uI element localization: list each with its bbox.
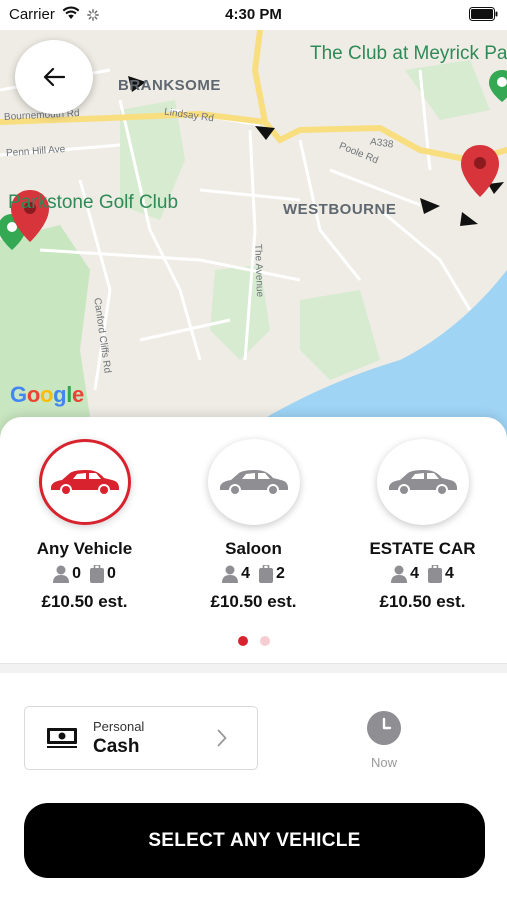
select-vehicle-button[interactable]: SELECT ANY VEHICLE [24, 803, 485, 878]
vehicle-price: £10.50 est. [41, 592, 128, 611]
section-divider [0, 663, 507, 673]
vehicle-selection-sheet: Any Vehicle 0 0 £10.50 est. Saloon 4 2 £… [0, 417, 507, 900]
clock-icon [367, 711, 401, 745]
clock-time: 4:30 PM [225, 6, 282, 23]
arrow-left-icon [43, 67, 65, 87]
passenger-icon [391, 565, 408, 583]
page-dot[interactable] [259, 636, 270, 646]
payment-method-label: Cash [93, 736, 140, 757]
car-icon [219, 470, 288, 496]
car-icon [50, 470, 119, 496]
vehicle-name: Any Vehicle [36, 539, 133, 558]
luggage-icon [90, 565, 104, 583]
luggage-icon [259, 565, 273, 583]
luggage-count: 2 [276, 565, 285, 582]
vehicle-option-estate-car[interactable]: ESTATE CAR 4 4 £10.50 est. [338, 439, 507, 612]
vehicle-option-saloon[interactable]: Saloon 4 2 £10.50 est. [169, 439, 338, 612]
map-poi-label: Parkstone Golf Club [8, 192, 179, 213]
google-logo: Google [10, 382, 84, 407]
luggage-icon [428, 565, 442, 583]
back-button[interactable] [15, 40, 93, 114]
payment-type-label: Personal [93, 719, 145, 734]
vehicle-icon-circle[interactable] [376, 439, 469, 525]
vehicle-name: Saloon [225, 539, 282, 558]
passenger-count: 4 [241, 565, 250, 582]
map-poi-label: The Club at Meyrick Pa [310, 43, 507, 64]
luggage-count: 0 [107, 565, 116, 582]
passenger-icon [53, 565, 70, 583]
pickup-time-selector[interactable]: Now [352, 711, 416, 770]
luggage-count: 4 [445, 565, 454, 582]
map-road-label: The Avenue [252, 243, 266, 298]
pickup-time-label: Now [370, 755, 397, 770]
vehicle-icon-circle[interactable] [207, 439, 300, 525]
passenger-count: 0 [72, 565, 81, 582]
map-area-label: BRANKSOME [118, 77, 221, 94]
vehicle-page-indicator[interactable] [0, 636, 507, 646]
chevron-right-icon [217, 729, 227, 752]
vehicle-price: £10.50 est. [210, 592, 297, 611]
passenger-count: 4 [410, 565, 419, 582]
status-bar: Carrier 4:30 PM [0, 0, 507, 30]
vehicle-option-any[interactable]: Any Vehicle 0 0 £10.50 est. [0, 439, 169, 612]
vehicle-capacity: 4 4 [338, 565, 507, 583]
map-area-label: WESTBOURNE [283, 201, 397, 218]
vehicle-icon-circle[interactable] [38, 439, 131, 525]
vehicle-price: £10.50 est. [379, 592, 466, 611]
vehicle-capacity: 0 0 [0, 565, 169, 583]
vehicle-name: ESTATE CAR [369, 539, 476, 558]
battery-icon [469, 7, 498, 26]
cash-icon [47, 728, 77, 753]
payment-method-selector[interactable]: Personal Cash [24, 706, 258, 770]
passenger-icon [222, 565, 239, 583]
car-icon [388, 470, 457, 496]
page-dot-active[interactable] [237, 636, 248, 646]
vehicle-capacity: 4 2 [169, 565, 338, 583]
